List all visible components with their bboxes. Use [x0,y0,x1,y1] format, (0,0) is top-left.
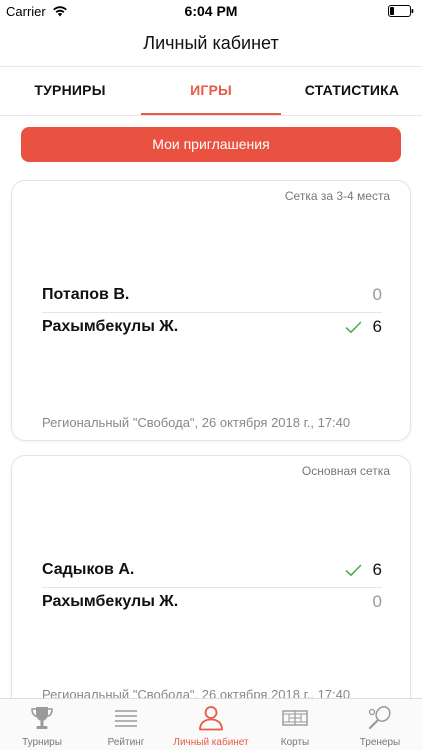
player-name: Рахымбекулы Ж. [42,593,179,610]
my-invitations-button[interactable]: Мои приглашения [21,127,401,162]
bottom-tab-bar: Турниры Рейтинг Личный кабинет Корты Тре… [0,698,422,750]
winner-check-icon [345,321,362,333]
player-score: 6 [372,560,382,579]
trophy-icon [31,707,53,729]
page-title: Личный кабинет [143,33,279,53]
tennis-racket-icon [368,706,391,730]
player-score: 0 [372,285,382,304]
clock: 6:04 PM [184,3,238,19]
player-name: Садыков А. [42,561,135,578]
tab-games[interactable]: ИГРЫ [141,67,281,116]
player-name: Рахымбекулы Ж. [42,318,179,335]
player-row: Рахымбекулы Ж. 6 [42,312,382,345]
player-row: Потапов В. 0 [42,280,382,313]
tabbar-item-tournaments[interactable]: Турниры [0,699,84,750]
list-icon [115,710,137,727]
player-score: 0 [372,592,382,611]
tab-statistics[interactable]: СТАТИСТИКА [282,67,422,116]
segment-tabs: ТУРНИРЫ ИГРЫ СТАТИСТИКА [0,66,422,116]
tabbar-item-profile[interactable]: Личный кабинет [169,699,253,750]
match-card[interactable]: Основная сетка Садыков А. 6 Рахымбекулы … [11,455,411,715]
match-info: Региональный "Свобода", 26 октября 2018 … [42,415,351,430]
winner-check-icon [345,564,362,576]
player-row: Рахымбекулы Ж. 0 [42,587,382,620]
active-tab-indicator [141,113,281,115]
player-name: Потапов В. [42,286,130,303]
tabbar-item-rating[interactable]: Рейтинг [84,699,168,750]
player-row: Садыков А. 6 [42,555,382,588]
match-stage: Основная сетка [301,464,390,478]
tabbar-label: Тренеры [359,737,401,748]
battery-icon [388,5,414,17]
tabbar-label: Личный кабинет [173,737,249,748]
tabbar-label: Корты [280,737,310,748]
tabbar-item-coaches[interactable]: Тренеры [338,699,422,750]
status-bar: Carrier 6:04 PM [0,0,422,24]
player-score: 6 [372,317,382,336]
profile-icon [199,706,223,731]
tabbar-label: Турниры [22,737,62,748]
tabbar-label: Рейтинг [107,737,145,748]
match-card[interactable]: Сетка за 3-4 места Потапов В. 0 Рахымбек… [11,180,411,441]
court-icon [282,710,308,726]
tabbar-item-courts[interactable]: Корты [253,699,337,750]
match-stage: Сетка за 3-4 места [284,189,390,203]
tab-tournaments[interactable]: ТУРНИРЫ [0,67,140,116]
